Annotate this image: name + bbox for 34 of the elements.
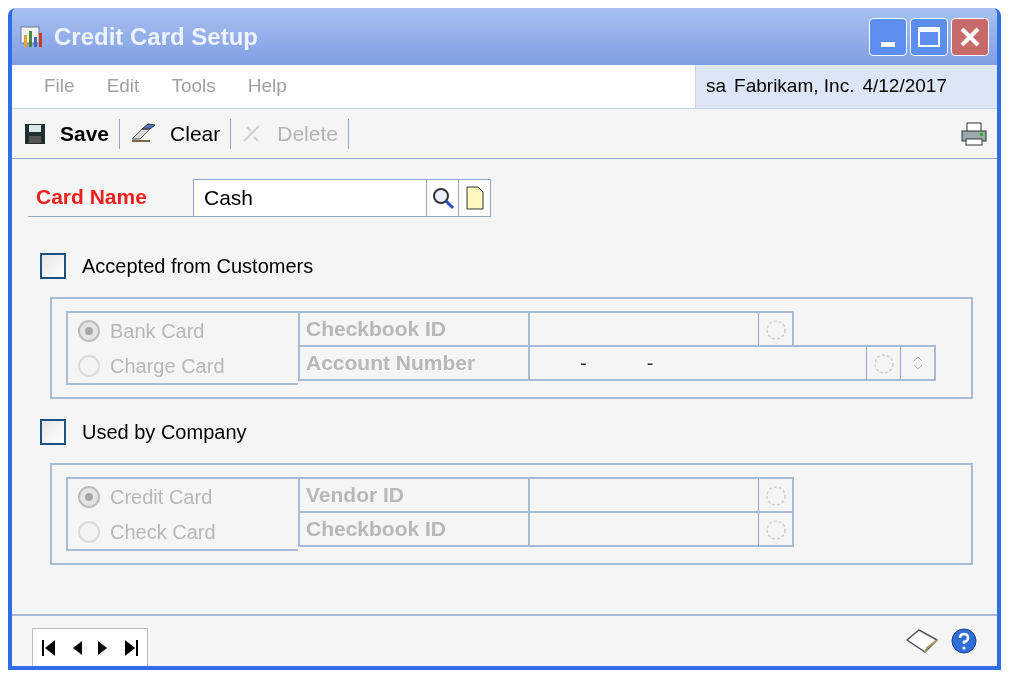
previous-record-icon[interactable] — [71, 638, 83, 657]
field-label: Vendor ID — [298, 477, 530, 513]
eraser-icon — [130, 122, 157, 145]
lookup-button[interactable] — [427, 179, 459, 217]
last-record-icon[interactable] — [123, 638, 139, 657]
session-date: 4/12/2017 — [862, 74, 947, 99]
radio-label: Bank Card — [110, 318, 205, 344]
clear-button[interactable]: Clear — [126, 116, 225, 151]
minimize-icon — [881, 41, 895, 47]
checkbox-label: Used by Company — [82, 420, 247, 445]
user-name: sa — [706, 74, 727, 99]
radio-label: Charge Card — [110, 353, 225, 379]
field-label: Checkbook ID — [298, 511, 530, 547]
printer-icon — [961, 121, 987, 146]
note-icon[interactable] — [905, 628, 939, 654]
window-title: Credit Card Setup — [54, 21, 259, 52]
maximize-icon — [918, 26, 940, 47]
help-icon[interactable] — [951, 628, 977, 654]
save-button[interactable]: Save — [20, 116, 114, 151]
radio-label: Check Card — [110, 519, 216, 545]
search-icon — [430, 186, 455, 210]
company-name: Fabrikam, Inc. — [734, 74, 855, 99]
minimize-button[interactable] — [869, 17, 907, 56]
blank-page-icon — [465, 186, 484, 210]
field-label: Account Number — [298, 345, 530, 381]
first-record-icon[interactable] — [41, 638, 57, 657]
maximize-button[interactable] — [910, 17, 948, 56]
field-label: Checkbook ID — [298, 311, 530, 347]
close-button[interactable] — [951, 17, 989, 56]
close-icon — [959, 25, 981, 48]
radio-label: Credit Card — [110, 484, 213, 510]
card-name-field[interactable]: Cash — [193, 179, 427, 217]
checkbox-label: Accepted from Customers — [82, 254, 314, 279]
next-record-icon[interactable] — [97, 638, 109, 657]
